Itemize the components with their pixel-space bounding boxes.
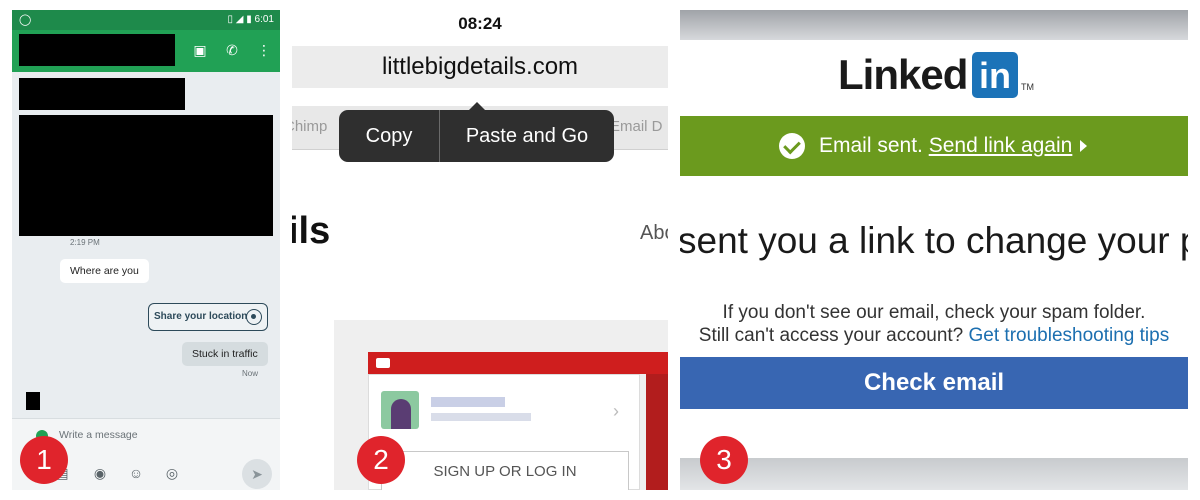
troubleshooting-note: Still can't access your account? Get tro… xyxy=(680,325,1188,347)
step-badge-3: 3 xyxy=(700,436,748,484)
incoming-message: Where are you xyxy=(60,259,149,283)
share-location-label: Share your location xyxy=(154,311,248,322)
banner-message: Email sent. Send link again xyxy=(819,134,1072,158)
step-badge-2: 2 xyxy=(357,436,405,484)
copy-menu-item[interactable]: Copy xyxy=(339,110,439,162)
comparison-stage: ◯ ▯ ◢ ▮ 6:01 ▣ ✆ ⋮ 2:19 PM Where are you… xyxy=(0,0,1200,500)
step-badge-1: 1 xyxy=(20,436,68,484)
banner-text: Email sent. xyxy=(819,134,923,157)
redacted-avatar xyxy=(26,392,40,410)
check-email-button[interactable]: Check email xyxy=(680,357,1188,409)
camera-icon[interactable]: ◉ xyxy=(90,463,110,483)
troubleshooting-link[interactable]: Get troubleshooting tips xyxy=(969,325,1170,346)
placeholder-subtitle-line xyxy=(431,413,531,421)
overflow-menu-icon[interactable]: ⋮ xyxy=(254,40,274,60)
message-input[interactable]: Write a message xyxy=(59,429,138,441)
phone-icon[interactable]: ✆ xyxy=(222,40,242,60)
caret-right-icon xyxy=(1080,140,1087,152)
address-bar[interactable]: littlebigdetails.com xyxy=(292,46,668,88)
logo-wordmark: Linked xyxy=(838,51,968,98)
redacted-media xyxy=(19,115,273,236)
logo-in-box: in xyxy=(972,52,1018,98)
status-time: 08:24 xyxy=(458,14,502,33)
sticker-icon[interactable]: ☺ xyxy=(126,463,146,483)
send-link-again-link[interactable]: Send link again xyxy=(929,134,1073,157)
location-target-icon xyxy=(246,309,262,325)
logo-trademark: TM xyxy=(1021,82,1034,92)
blurred-top-strip xyxy=(680,10,1188,40)
share-location-button[interactable]: Share your location xyxy=(148,303,268,331)
checkmark-icon xyxy=(779,133,805,159)
signup-login-button[interactable]: SIGN UP OR LOG IN xyxy=(381,451,629,490)
tab-left[interactable]: Chimp xyxy=(292,118,327,135)
basketball-icon: ◯ xyxy=(19,14,32,26)
chevron-right-icon[interactable]: › xyxy=(613,401,619,422)
redacted-message xyxy=(19,78,185,110)
blurred-bottom-strip xyxy=(680,458,1188,490)
status-time: 6:01 xyxy=(254,14,274,25)
page-heading: ils xyxy=(292,210,331,252)
email-sent-banner: Email sent. Send link again xyxy=(680,116,1188,176)
paste-and-go-menu-item[interactable]: Paste and Go xyxy=(440,110,614,162)
tab-right[interactable]: Email D xyxy=(610,118,663,135)
outgoing-message-time: Now xyxy=(242,369,259,378)
conversation-toolbar: ▣ ✆ ⋮ xyxy=(12,30,280,72)
edit-context-menu: Copy Paste and Go xyxy=(339,102,614,162)
battery-icon: ▮ xyxy=(246,14,252,25)
linkedin-email-sent-screen: Linked in TM Email sent. Send link again… xyxy=(680,10,1188,490)
nav-about-link[interactable]: Abo xyxy=(640,222,668,245)
page-heading: sent you a link to change your pa xyxy=(680,220,1188,261)
spam-folder-note: If you don't see our email, check your s… xyxy=(722,302,1146,323)
ios-safari-screen: 08:24 littlebigdetails.com Chimp Email D… xyxy=(292,10,668,490)
location-icon[interactable]: ◎ xyxy=(162,463,182,483)
android-messenger-screen: ◯ ▯ ◢ ▮ 6:01 ▣ ✆ ⋮ 2:19 PM Where are you… xyxy=(12,10,280,490)
outgoing-message: Stuck in traffic xyxy=(182,342,268,366)
bird-avatar-icon xyxy=(381,391,419,429)
send-icon[interactable]: ➤ xyxy=(242,459,272,489)
video-camera-icon xyxy=(376,358,390,368)
message-timestamp: 2:19 PM xyxy=(70,238,100,247)
troubleshooting-text: Still can't access your account? xyxy=(698,325,964,346)
redacted-contact-name xyxy=(19,34,175,66)
app-header-bar xyxy=(368,352,668,374)
vibrate-icon: ▯ xyxy=(227,14,233,25)
status-bar: ◯ ▯ ◢ ▮ 6:01 xyxy=(12,10,280,30)
video-call-icon[interactable]: ▣ xyxy=(190,40,210,60)
side-red-panel xyxy=(646,374,668,490)
app-card-body: › SIGN UP OR LOG IN xyxy=(368,374,640,490)
status-right: ▯ ◢ ▮ 6:01 xyxy=(227,14,274,25)
placeholder-title-line xyxy=(431,397,505,407)
signal-icon: ◢ xyxy=(235,14,244,25)
